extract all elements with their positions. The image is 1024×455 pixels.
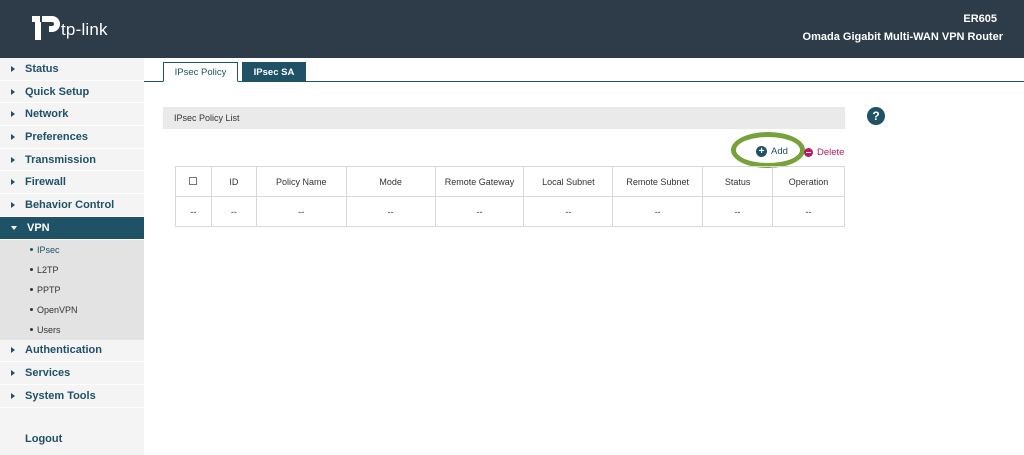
plus-circle-icon: + [756,146,767,157]
submenu-item-users[interactable]: Users [0,320,144,340]
minus-circle-icon [804,148,813,157]
sidebar-item-label: Network [25,108,69,121]
sidebar-item-label: VPN [27,221,50,234]
sidebar-item-label: Status [25,62,59,75]
caret-right-icon [11,111,15,118]
column-header: Remote Subnet [612,166,704,197]
caret-right-icon [11,201,15,208]
sidebar-item-network[interactable]: Network [0,103,144,127]
select-all-checkbox[interactable] [189,176,198,185]
logout-link[interactable]: Logout [25,433,62,445]
submenu-item-openvpn[interactable]: OpenVPN [0,300,144,320]
table-cell: -- [345,196,436,227]
sidebar-item-preferences[interactable]: Preferences [0,126,144,149]
tab-ipsec-policy[interactable]: IPsec Policy [163,62,238,82]
submenu-item-label: Users [37,324,61,335]
submenu-item-label: L2TP [37,264,59,275]
column-header: Operation [772,166,845,197]
submenu-item-label: PPTP [37,284,61,295]
sidebar-item-vpn[interactable]: VPN [0,216,144,240]
submenu-item-label: OpenVPN [37,304,78,315]
sidebar: Status Quick Setup Network Preferences T… [0,58,144,455]
select-all-cell [175,166,212,197]
table-cell: -- [210,196,257,227]
tab-ipsec-sa[interactable]: IPsec SA [242,62,306,82]
sidebar-item-behavior-control[interactable]: Behavior Control [0,194,144,217]
caret-right-icon [11,133,15,140]
table-cell: -- [434,196,525,227]
caret-right-icon [11,392,15,399]
sidebar-item-status[interactable]: Status [0,58,144,81]
sidebar-item-label: Behavior Control [25,198,115,211]
add-button[interactable]: + Add [756,146,788,157]
table-row: -- -- -- -- -- -- -- -- -- [175,196,845,227]
caret-right-icon [11,65,15,72]
caret-down-icon [11,225,17,230]
bullet-icon [30,308,33,311]
caret-right-icon [11,370,15,377]
caret-right-icon [11,347,15,354]
sidebar-item-label: Services [25,367,71,380]
table-header-row: ID Policy Name Mode Remote Gateway Local… [175,166,845,197]
submenu-item-ipsec[interactable]: IPsec [0,240,144,260]
add-label: Add [771,146,788,157]
delete-label: Delete [817,147,845,158]
sidebar-item-transmission[interactable]: Transmission [0,149,144,172]
vpn-submenu: IPsec L2TP PPTP OpenVPN Users [0,239,144,340]
sidebar-item-label: Preferences [25,130,88,143]
section-title: IPsec Policy List [163,107,845,129]
table-cell: -- [702,196,774,227]
ipsec-policy-table: ID Policy Name Mode Remote Gateway Local… [175,166,845,227]
table-cell: -- [772,196,845,227]
top-header: tp-link ER605 Omada Gigabit Multi-WAN VP… [0,0,1024,58]
submenu-item-l2tp[interactable]: L2TP [0,260,144,280]
table-cell: -- [523,196,614,227]
caret-right-icon [11,156,15,163]
sidebar-item-firewall[interactable]: Firewall [0,171,144,195]
table-cell: -- [612,196,704,227]
submenu-item-pptp[interactable]: PPTP [0,280,144,300]
bullet-icon [30,328,33,331]
column-header: Local Subnet [523,166,614,197]
sidebar-item-label: System Tools [25,389,96,402]
submenu-item-label: IPsec [37,244,60,255]
table-cell: -- [255,196,347,227]
sidebar-item-label: Transmission [25,153,96,166]
model-name: ER605 [963,13,997,25]
bullet-icon [30,288,33,291]
brand-name: tp-link [61,20,108,39]
product-name: Omada Gigabit Multi-WAN VPN Router [802,31,1003,43]
sidebar-item-services[interactable]: Services [0,362,144,385]
sidebar-item-authentication[interactable]: Authentication [0,340,144,363]
table-cell: -- [175,196,212,227]
delete-button[interactable]: Delete [804,147,844,158]
sidebar-item-label: Quick Setup [25,85,90,98]
caret-right-icon [11,179,15,186]
caret-right-icon [11,88,15,95]
help-icon[interactable]: ? [867,107,885,125]
tab-bar: IPsec Policy IPsec SA [144,58,1024,82]
bullet-icon [30,248,33,251]
column-header: Status [702,166,774,197]
column-header: Mode [345,166,436,197]
sidebar-item-system-tools[interactable]: System Tools [0,385,144,408]
sidebar-item-quick-setup[interactable]: Quick Setup [0,81,144,104]
bullet-icon [30,268,33,271]
column-header: Policy Name [255,166,347,197]
sidebar-item-label: Firewall [25,176,66,189]
column-header: Remote Gateway [434,166,525,197]
column-header: ID [210,166,257,197]
sidebar-item-label: Authentication [25,344,102,357]
